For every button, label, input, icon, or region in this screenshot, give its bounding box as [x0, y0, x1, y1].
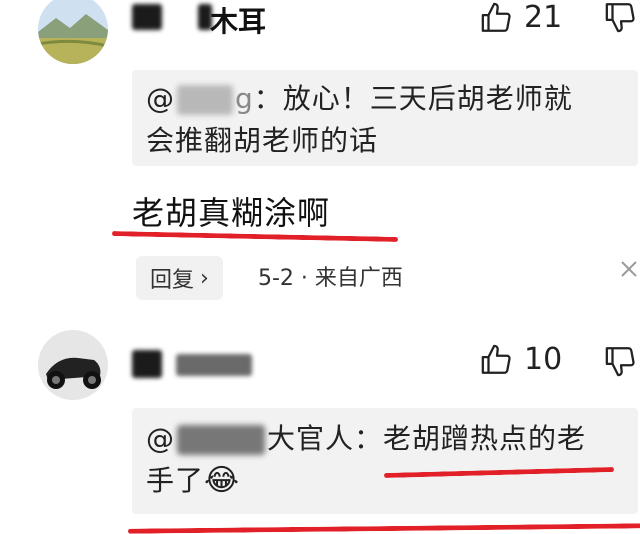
like-count-2: 10	[524, 342, 563, 377]
quoted-line-1: @ g：放心！三天后胡老师就	[146, 78, 638, 120]
close-icon[interactable]	[618, 258, 640, 284]
reply-label: 回复	[150, 268, 195, 293]
mention-redacted	[177, 85, 233, 115]
comment-meta-1: 5-2 · 来自广西	[258, 266, 403, 291]
quoted-reply-1: @ g：放心！三天后胡老师就 会推翻胡老师的话	[132, 70, 638, 166]
quoted-reply-2: @ 大官人：老胡蹭热点的老 手了😂	[132, 408, 638, 514]
thumbs-down-icon	[605, 3, 635, 33]
quoted-text-2b: 手了	[146, 464, 205, 497]
laughing-emoji-icon: 😂	[204, 463, 241, 498]
quoted-line-2: @ 大官人：老胡蹭热点的老	[146, 418, 638, 460]
thumbs-up-icon	[481, 2, 511, 32]
quoted-text-1: ：放心！三天后胡老师就	[253, 82, 573, 115]
reply-button-1[interactable]: 回复 ›	[136, 256, 223, 300]
like-button-2[interactable]: 10	[480, 342, 562, 377]
like-button-1[interactable]: 21	[480, 0, 562, 35]
mention-at: @	[146, 82, 175, 115]
username-redacted-2b	[176, 354, 252, 376]
user-avatar-2[interactable]	[38, 330, 108, 400]
mention-tail: g	[235, 82, 254, 115]
user-avatar-1[interactable]	[38, 0, 108, 64]
landscape-avatar-icon	[38, 0, 108, 64]
username-redacted-2	[132, 350, 162, 378]
mention-redacted-2	[177, 425, 265, 455]
quoted-line-2b: 手了😂	[146, 460, 638, 502]
chevron-right-icon: ›	[200, 265, 209, 291]
username-1[interactable]: 木耳	[210, 0, 266, 40]
mention-at-2: @	[146, 422, 175, 455]
thumbs-up-icon	[481, 344, 511, 374]
username-redacted-1	[132, 4, 162, 30]
red-underline-3	[127, 523, 640, 534]
comment-body-1: 老胡真糊涂啊	[132, 194, 331, 232]
thumbs-down-icon	[605, 347, 635, 377]
dislike-button-2[interactable]	[604, 344, 638, 382]
motorcycle-avatar-icon	[38, 330, 108, 400]
dislike-button-1[interactable]	[604, 0, 638, 38]
mention-name-2: 大官人：	[267, 422, 384, 455]
quoted-text-2: 会推翻胡老师的话	[146, 124, 379, 157]
quoted-text-2a: 老胡蹭热点的老	[383, 422, 587, 455]
like-count-1: 21	[524, 0, 563, 35]
